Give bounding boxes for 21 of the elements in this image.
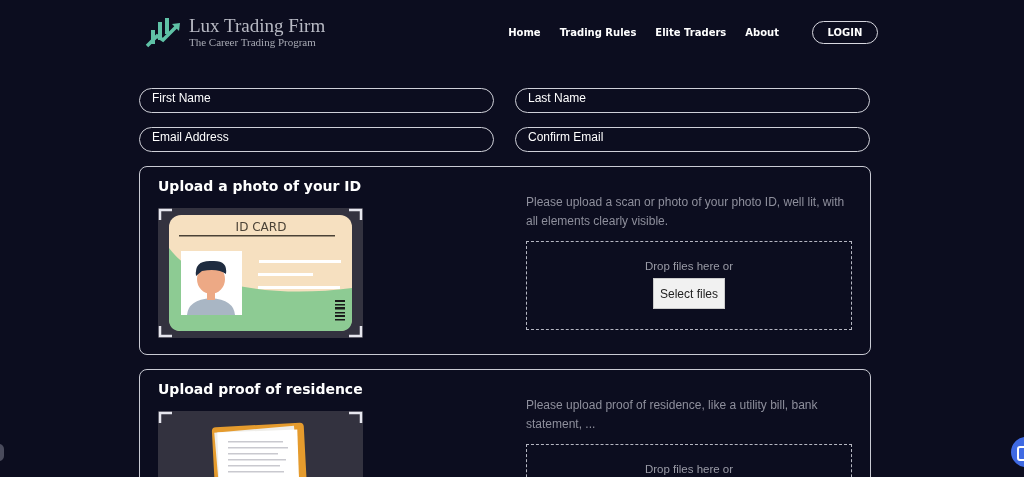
drop-text: Drop files here or bbox=[644, 463, 734, 475]
drop-zone[interactable]: Drop files here or bbox=[526, 444, 852, 477]
select-files-button[interactable]: Select files bbox=[653, 278, 725, 309]
nav-link[interactable]: About bbox=[745, 26, 779, 38]
input-field[interactable]: Last Name bbox=[515, 88, 870, 113]
brand-tagline: The Career Trading Program bbox=[189, 35, 317, 49]
nav-link[interactable]: Elite Traders bbox=[655, 26, 727, 38]
chart-logo-icon bbox=[145, 16, 183, 48]
upload-hint: Please upload proof of residence, like a utility bill, bank statement, ... bbox=[526, 397, 819, 433]
input-field[interactable]: Confirm Email bbox=[515, 127, 870, 152]
nav-link[interactable]: Home bbox=[508, 26, 541, 38]
brand-name[interactable]: Lux Trading Firm bbox=[189, 15, 326, 36]
section-title: Upload proof of residence bbox=[158, 380, 364, 398]
card-label: ID CARD bbox=[235, 220, 287, 234]
input-field[interactable]: First Name bbox=[139, 88, 494, 113]
nav-link[interactable]: Trading Rules bbox=[559, 26, 637, 38]
input-field[interactable]: Email Address bbox=[139, 127, 494, 152]
upload-hint: Please upload a scan or photo of your photo ID, well lit, with all elements clearly visible. bbox=[526, 194, 846, 230]
drop-zone[interactable]: Drop files here or Select files bbox=[526, 241, 852, 330]
section-title: Upload a photo of your ID bbox=[158, 177, 363, 195]
drop-text: Drop files here or bbox=[644, 260, 734, 272]
